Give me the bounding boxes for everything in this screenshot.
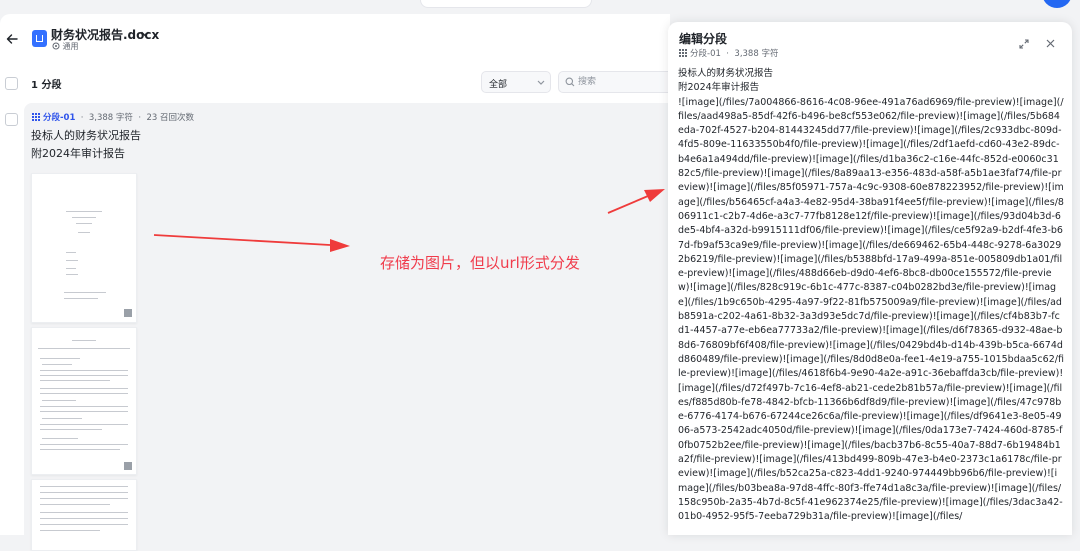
editor-line: 附2024年审计报告 [678,82,760,94]
select-all-checkbox[interactable] [5,77,18,90]
segment-editor[interactable]: 投标人的财务状况报告 附2024年审计报告 ![image](/files/7a… [678,67,1064,525]
page-image-thumbnail[interactable] [31,327,137,475]
edit-segment-panel: 编辑分段 分段-01 · 3,388 字符 投标人的财务状况报告 附2024年审… [668,22,1072,535]
top-search-pill[interactable] [420,0,592,8]
chevron-down-icon [537,80,545,85]
document-type: 通用 [52,41,79,52]
segment-count: 1 分段 [31,80,62,91]
grid-icon [679,49,687,57]
segment-recalls: 23 召回次数 [146,113,194,123]
annotation-text: 存储为图片，但以url形式分发 [380,254,580,272]
top-bar [0,0,1080,14]
segment-checkbox[interactable] [5,113,18,126]
panel-segment-id: 分段-01 [690,49,721,59]
chevron-down-icon[interactable] [141,31,149,37]
panel-title: 编辑分段 [679,32,728,46]
document-icon [32,30,47,47]
user-avatar[interactable] [1042,0,1072,8]
page-image-thumbnail[interactable] [31,479,137,551]
editor-line: 投标人的财务状况报告 [678,68,774,79]
segment-text-line: 投标人的财务状况报告 [31,129,141,142]
grid-icon [32,113,40,121]
segment-card[interactable]: 分段-01 · 3,388 字符 · 23 召回次数 投标人的财务状况报告 附2… [24,103,670,551]
segment-chars: 3,388 字符 [88,113,133,123]
filter-value: 全部 [489,80,508,90]
segment-meta: 分段-01 · 3,388 字符 · 23 召回次数 [32,111,194,123]
search-input[interactable] [578,75,658,89]
panel-segment-meta: 分段-01 · 3,388 字符 [679,47,778,59]
back-arrow-icon[interactable] [5,32,19,46]
search-box[interactable] [558,71,670,93]
document-segments-view: 财务状况报告.docx 通用 1 分段 全部 分段-01 · 3,388 字符 … [0,14,670,551]
segment-text-line: 附2024年审计报告 [31,147,125,160]
close-icon[interactable] [1046,39,1055,48]
settings-icon [52,42,60,50]
panel-segment-chars: 3,388 字符 [734,49,779,59]
expand-icon[interactable] [1019,39,1029,49]
document-type-label: 通用 [62,42,79,51]
editor-image-urls: ![image](/files/7a004866-8616-4c08-96ee-… [678,96,1064,523]
page-image-thumbnail[interactable] [31,173,137,323]
search-icon [565,77,575,87]
segment-id: 分段-01 [43,113,76,123]
